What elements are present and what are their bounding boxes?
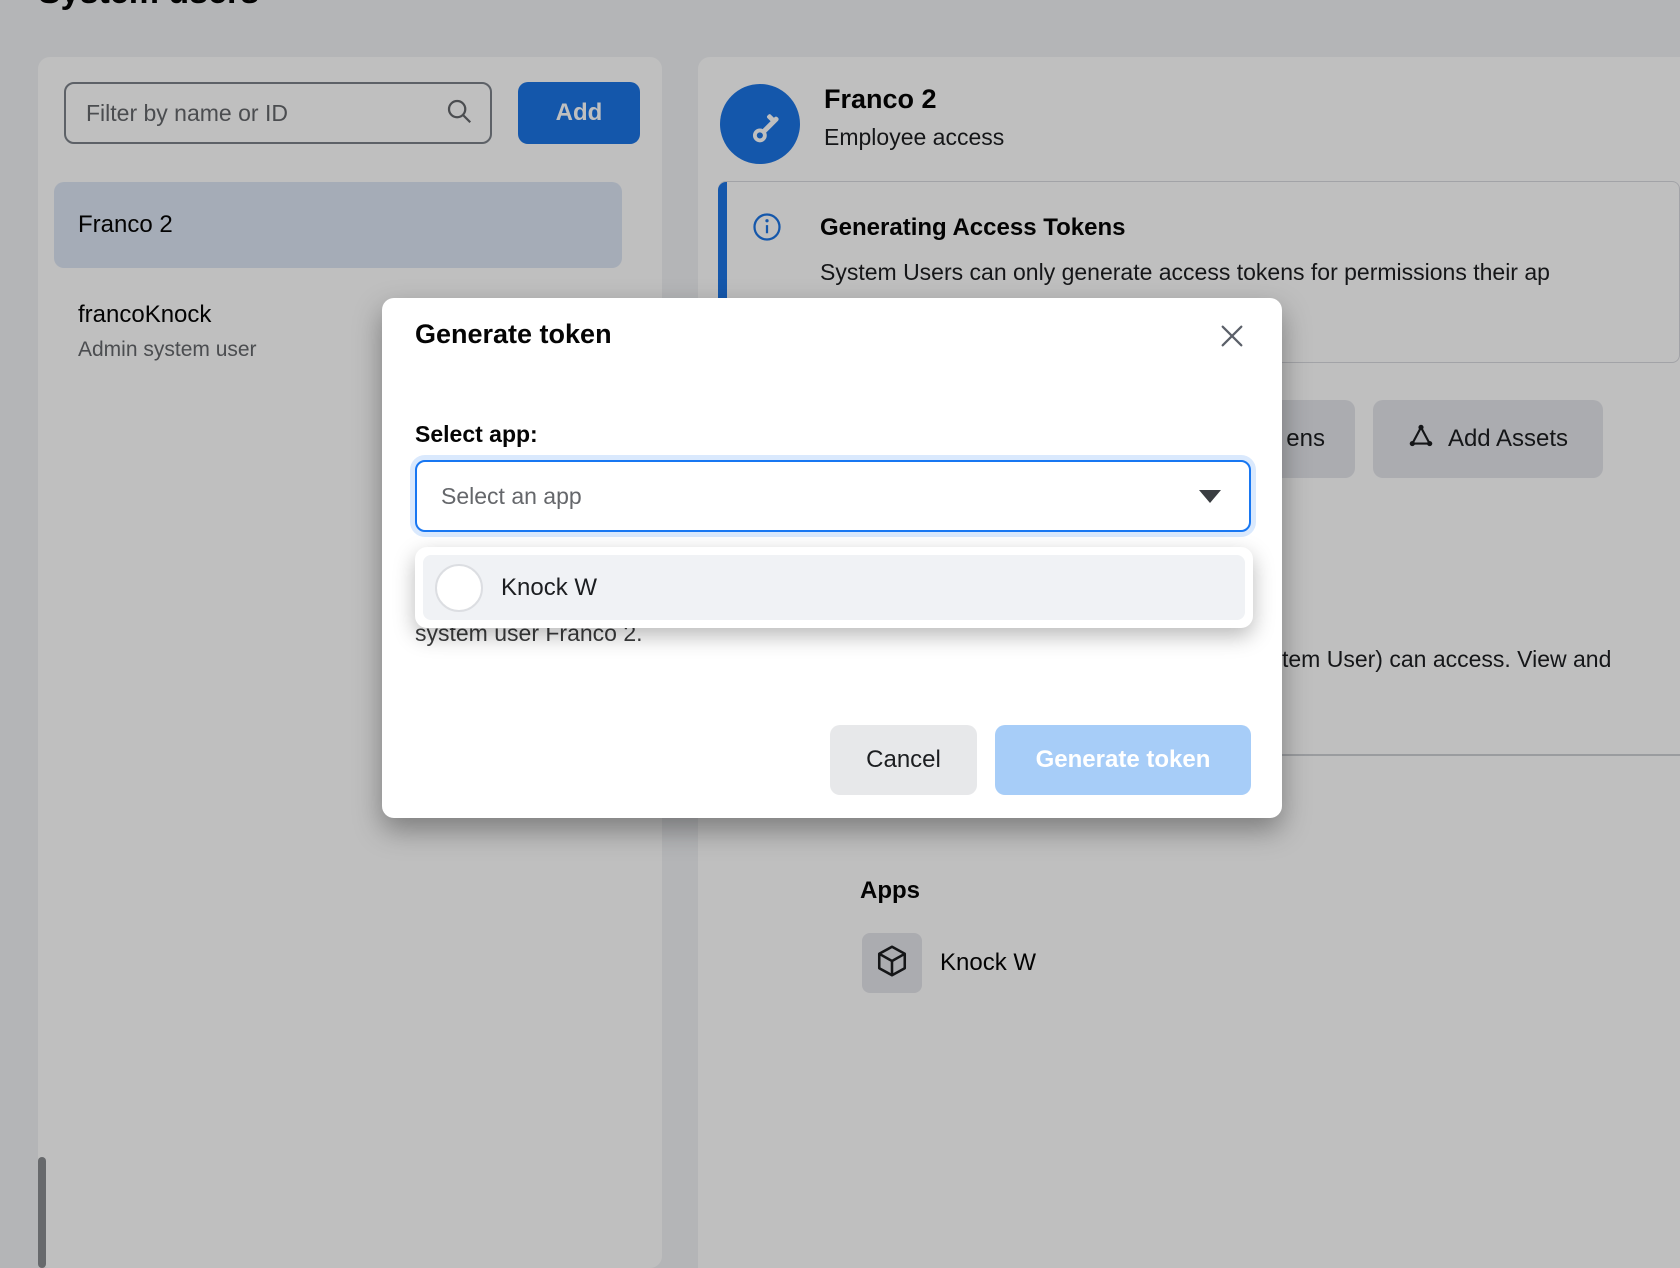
generate-token-button-label: Generate token — [1036, 746, 1211, 774]
close-icon[interactable] — [1218, 322, 1246, 350]
select-app-placeholder: Select an app — [441, 483, 1199, 510]
select-app-label: Select app: — [415, 421, 538, 448]
modal-title: Generate token — [415, 319, 612, 350]
cancel-button-label: Cancel — [866, 746, 941, 774]
cancel-button[interactable]: Cancel — [830, 725, 977, 795]
app-dropdown-menu: Knock W — [415, 547, 1253, 628]
select-app-dropdown[interactable]: Select an app — [415, 460, 1251, 532]
generate-token-button[interactable]: Generate token — [995, 725, 1251, 795]
app-option-avatar — [435, 564, 483, 612]
chevron-down-icon — [1199, 490, 1221, 503]
app-option-knock-w[interactable]: Knock W — [423, 555, 1245, 620]
app-option-name: Knock W — [501, 574, 597, 602]
generate-token-modal: Generate token Select app: system user F… — [382, 298, 1282, 818]
